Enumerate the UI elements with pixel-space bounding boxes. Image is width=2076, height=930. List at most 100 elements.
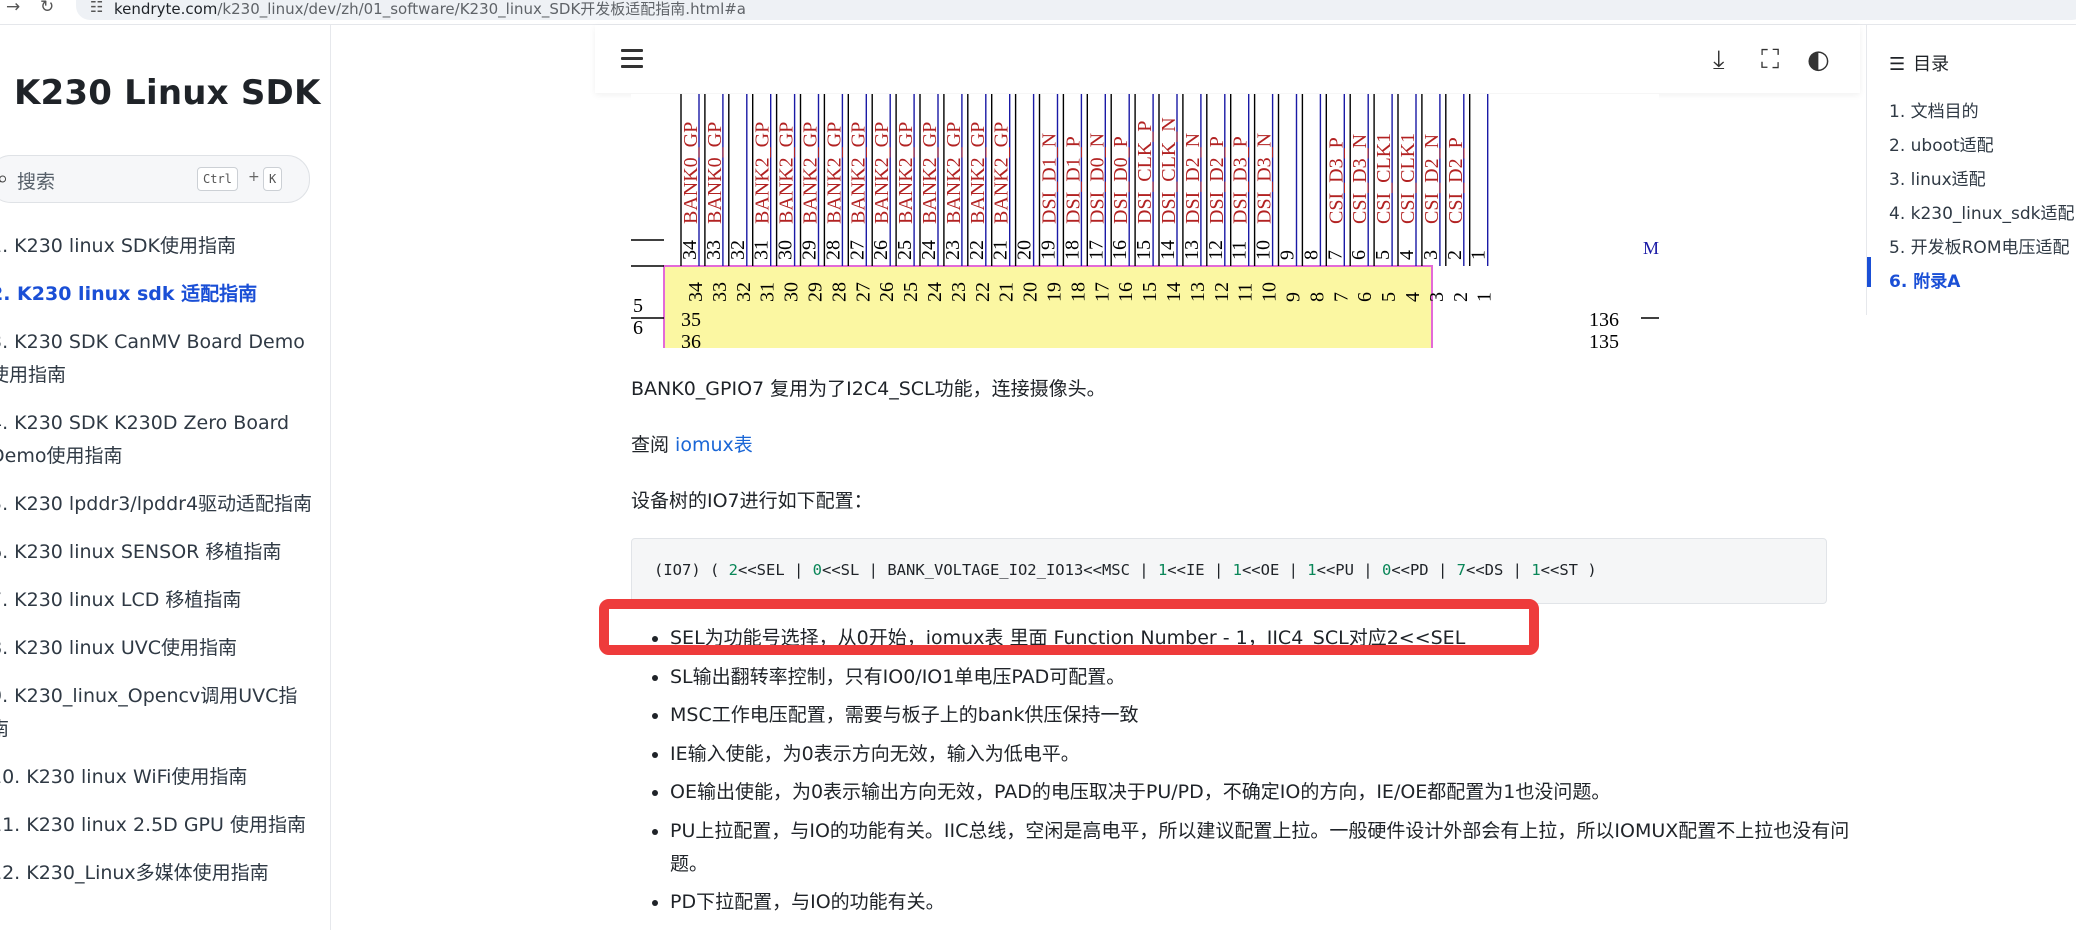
sidebar-item-11[interactable]: 11. K230 linux 2.5D GPU 使用指南 xyxy=(0,809,330,842)
url-text[interactable]: kendryte.com/k230_linux/dev/zh/01_softwa… xyxy=(114,0,746,19)
search-icon: ⌕ xyxy=(0,166,8,190)
pin-signal-label: BANK2_GP xyxy=(895,122,917,224)
pin-number-label: 13 xyxy=(1181,240,1203,260)
pin-signal-label: CSI_CLK1 xyxy=(1397,133,1419,224)
pin-signal-label: DSI_D3_N xyxy=(1254,133,1276,224)
pin-diagram-svg: 56 3536136135MBANK0_GP3434BANK0_GP3333323… xyxy=(631,94,1659,348)
left-label-6: 6 xyxy=(633,317,643,339)
toc-item-2[interactable]: 2. uboot适配 xyxy=(1889,129,2074,163)
toc-item-5[interactable]: 5. 开发板ROM电压适配 xyxy=(1889,231,2074,265)
connector-pin-number: 33 xyxy=(709,282,731,302)
sidebar-item-7[interactable]: 7. K230 linux LCD 移植指南 xyxy=(0,584,330,617)
pin-number-label: 32 xyxy=(727,240,749,260)
row-label-136: 136 xyxy=(1589,309,1619,331)
search-input[interactable]: 搜索 xyxy=(17,167,55,194)
toc-list: 1. 文档目的 2. uboot适配 3. linux适配 4. k230_li… xyxy=(1889,95,2074,299)
back-arrow-icon[interactable]: → xyxy=(6,0,20,17)
list-item: MSC工作电压配置，需要与板子上的bank供压保持一致 xyxy=(640,699,1840,732)
pin-signal-label: BANK2_GP xyxy=(847,122,869,224)
kbd-ctrl: Ctrl xyxy=(197,167,238,191)
connector-pin-number: 17 xyxy=(1091,282,1113,302)
pin-number-label: 29 xyxy=(799,240,821,260)
kbd-plus: + xyxy=(248,169,260,185)
toc-item-1[interactable]: 1. 文档目的 xyxy=(1889,95,2074,129)
connector-pin-number: 20 xyxy=(1020,282,1042,302)
sidebar-item-2[interactable]: 2. K230 linux sdk 适配指南 xyxy=(0,278,330,311)
menu-icon[interactable] xyxy=(621,49,643,73)
sidebar-item-3[interactable]: 3. K230 SDK CanMV Board Demo使用指南 xyxy=(0,326,330,392)
sidebar: K230 Linux SDK ⌕ 搜索 Ctrl + K 1. K230 lin… xyxy=(0,25,331,930)
reload-icon[interactable]: ↻ xyxy=(40,0,54,17)
pin-signal-label: BANK2_GP xyxy=(776,122,798,224)
connector-pin-number: 27 xyxy=(852,282,874,302)
fullscreen-icon[interactable]: ⛶ xyxy=(1761,45,1779,76)
browser-url-bar: → ↻ ☷ kendryte.com/k230_linux/dev/zh/01_… xyxy=(0,0,2076,25)
connector-pin-number: 10 xyxy=(1259,282,1281,302)
connector-pin-number: 32 xyxy=(733,282,755,302)
connector-pin-number: 28 xyxy=(828,282,850,302)
pin-number-label: 24 xyxy=(918,240,940,260)
pin-number-label: 5 xyxy=(1372,250,1394,260)
theme-toggle-icon[interactable]: ◐ xyxy=(1807,45,1830,75)
pin-signal-label: DSI_CLK_N xyxy=(1158,117,1180,224)
pin-signal-label: CSI_D3_P xyxy=(1325,137,1347,224)
pin-number-label: 18 xyxy=(1061,240,1083,260)
pin-diagram-image: 5 6 35 36 136 135 M BANK0_GP 34 34 BANK0_GP 33 33 32 3… xyxy=(631,94,1659,348)
connector-pin-number: 30 xyxy=(781,282,803,302)
pin-number-label: 30 xyxy=(775,240,797,260)
sidebar-item-9[interactable]: 9. K230_linux_Opencv调用UVC指南 xyxy=(0,680,330,746)
connector-pin-number: 8 xyxy=(1306,292,1328,302)
pin-number-label: 15 xyxy=(1133,240,1155,260)
connector-pin-number: 7 xyxy=(1330,292,1352,302)
connector-pin-number: 14 xyxy=(1163,282,1185,302)
paragraph-lookup: 查阅 iomux表 xyxy=(631,434,753,456)
list-icon: ☰ xyxy=(1889,54,1906,75)
toc-title: ☰ 目录 xyxy=(1889,54,1950,75)
connector-pin-number: 2 xyxy=(1450,292,1472,302)
connector-pin-number: 21 xyxy=(996,282,1018,302)
connector-pin-number: 34 xyxy=(685,282,707,302)
pin-number-label: 27 xyxy=(846,240,868,260)
connector-body xyxy=(663,265,1433,348)
pin-number-label: 11 xyxy=(1229,241,1251,260)
pin-number-label: 8 xyxy=(1300,250,1322,260)
toc-active-indicator xyxy=(1867,257,1871,287)
pin-number-label: 20 xyxy=(1014,240,1036,260)
pin-number-label: 9 xyxy=(1277,250,1299,260)
sidebar-item-4[interactable]: 4. K230 SDK K230D Zero Board Demo使用指南 xyxy=(0,407,330,473)
pin-signal-label: BANK2_GP xyxy=(943,122,965,224)
download-icon[interactable]: ⤓ xyxy=(1713,45,1725,76)
pin-signal-label: BANK2_GP xyxy=(991,122,1013,224)
pin-number-label: 16 xyxy=(1109,240,1131,260)
site-title[interactable]: K230 Linux SDK xyxy=(14,73,321,113)
pin-signal-label: DSI_D0_N xyxy=(1086,133,1108,224)
sidebar-item-8[interactable]: 8. K230 linux UVC使用指南 xyxy=(0,632,330,665)
pin-signal-label: BANK0_GP xyxy=(704,122,726,224)
connector-pin-number: 16 xyxy=(1115,282,1137,302)
list-item: OE输出使能，为0表示输出方向无效，PAD的电压取决于PU/PD，不确定IO的方… xyxy=(640,776,1840,809)
connector-pin-number: 6 xyxy=(1354,292,1376,302)
corner-label-m: M xyxy=(1643,238,1659,258)
pin-signal-label: DSI_D0_P xyxy=(1110,136,1132,224)
list-item: PU上拉配置，与IO的功能有关。IIC总线，空闲是高电平，所以建议配置上拉。一般… xyxy=(640,815,1860,881)
pin-signal-label: DSI_D2_P xyxy=(1206,136,1228,224)
iomux-link[interactable]: iomux表 xyxy=(675,434,753,456)
toc-item-3[interactable]: 3. linux适配 xyxy=(1889,163,2074,197)
sidebar-item-10[interactable]: 10. K230 linux WiFi使用指南 xyxy=(0,761,330,794)
toc-item-6[interactable]: 6. 附录A xyxy=(1889,265,2074,299)
left-label-5: 5 xyxy=(633,295,643,317)
paragraph-devicetree: 设备树的IO7进行如下配置： xyxy=(631,490,873,512)
search-box[interactable]: ⌕ 搜索 Ctrl + K xyxy=(0,155,310,203)
pin-signal-label: DSI_D3_P xyxy=(1230,136,1252,224)
sidebar-item-1[interactable]: 1. K230 linux SDK使用指南 xyxy=(0,230,330,263)
pin-number-label: 31 xyxy=(751,240,773,260)
config-bullet-list: SEL为功能号选择，从0开始，iomux表 里面 Function Number… xyxy=(640,622,1849,925)
sidebar-item-12[interactable]: 12. K230_Linux多媒体使用指南 xyxy=(0,857,330,890)
pin-signal-label: BANK2_GP xyxy=(823,122,845,224)
pin-number-label: 34 xyxy=(679,240,701,260)
site-settings-icon[interactable]: ☷ xyxy=(90,0,103,16)
sidebar-item-6[interactable]: 6. K230 linux SENSOR 移植指南 xyxy=(0,536,330,569)
toc-item-4[interactable]: 4. k230_linux_sdk适配 xyxy=(1889,197,2074,231)
pin-signal-label: BANK2_GP xyxy=(919,122,941,224)
sidebar-item-5[interactable]: 5. K230 lpddr3/lpddr4驱动适配指南 xyxy=(0,488,330,521)
